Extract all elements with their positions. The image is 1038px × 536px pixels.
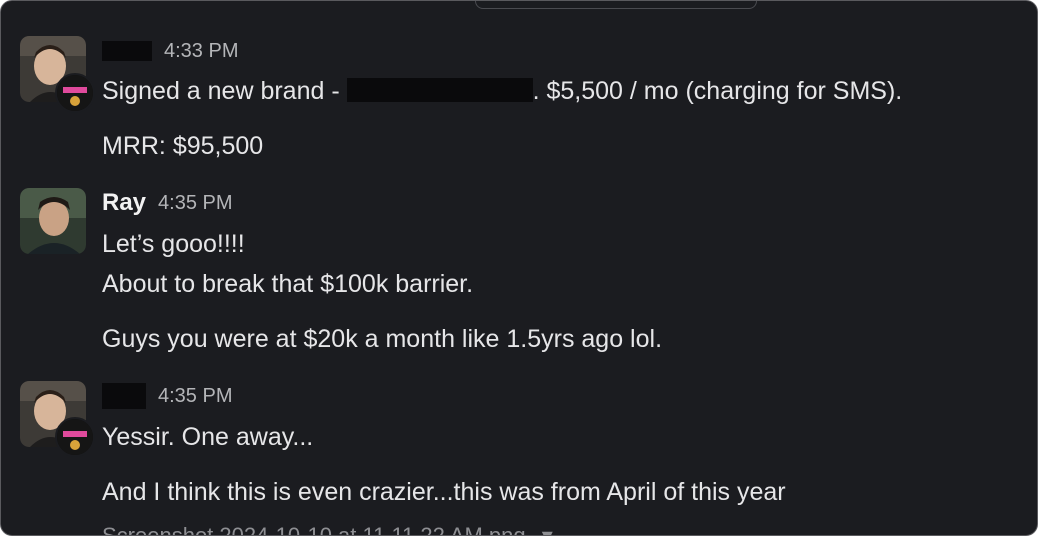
avatar[interactable] xyxy=(20,188,86,254)
chat-window: 4:33 PM Signed a new brand - . $5,500 / … xyxy=(0,0,1038,536)
message-text: Let’s gooo!!!! xyxy=(102,230,245,258)
message-text: Yessir. One away... xyxy=(102,423,314,451)
redacted-sender-name xyxy=(102,41,152,61)
message-text: Signed a new brand - . $5,500 / mo (char… xyxy=(102,75,902,107)
message-header: 4:35 PM xyxy=(102,381,232,411)
message-header: Ray 4:35 PM xyxy=(102,188,233,218)
redacted-sender-name xyxy=(102,383,146,409)
message-header: 4:33 PM xyxy=(102,36,238,66)
timestamp[interactable]: 4:33 PM xyxy=(164,40,238,63)
redacted-brand-name xyxy=(346,78,533,103)
caret-down-icon[interactable]: ▾ xyxy=(542,523,553,535)
top-tab-handle[interactable] xyxy=(475,1,757,9)
workspace-badge-icon xyxy=(55,417,95,457)
message-text: About to break that $100k barrier. xyxy=(102,270,474,298)
message-text: And I think this is even crazier...this … xyxy=(102,478,786,506)
sender-name[interactable]: Ray xyxy=(102,189,146,217)
message-text-part: . $5,500 / mo (charging for SMS). xyxy=(532,77,903,105)
workspace-badge-icon xyxy=(55,73,95,113)
attachment-filename[interactable]: Screenshot 2024-10-10 at 11.11.22 AM.png… xyxy=(102,523,553,536)
message-text: Guys you were at $20k a month like 1.5yr… xyxy=(102,325,663,353)
timestamp[interactable]: 4:35 PM xyxy=(158,385,232,408)
avatar-photo xyxy=(20,188,86,254)
message-text-part: Signed a new brand - xyxy=(102,77,347,105)
timestamp[interactable]: 4:35 PM xyxy=(158,192,232,215)
message-text: MRR: $95,500 xyxy=(102,132,264,160)
attachment-name: Screenshot 2024-10-10 at 11.11.22 AM.png xyxy=(102,523,526,536)
